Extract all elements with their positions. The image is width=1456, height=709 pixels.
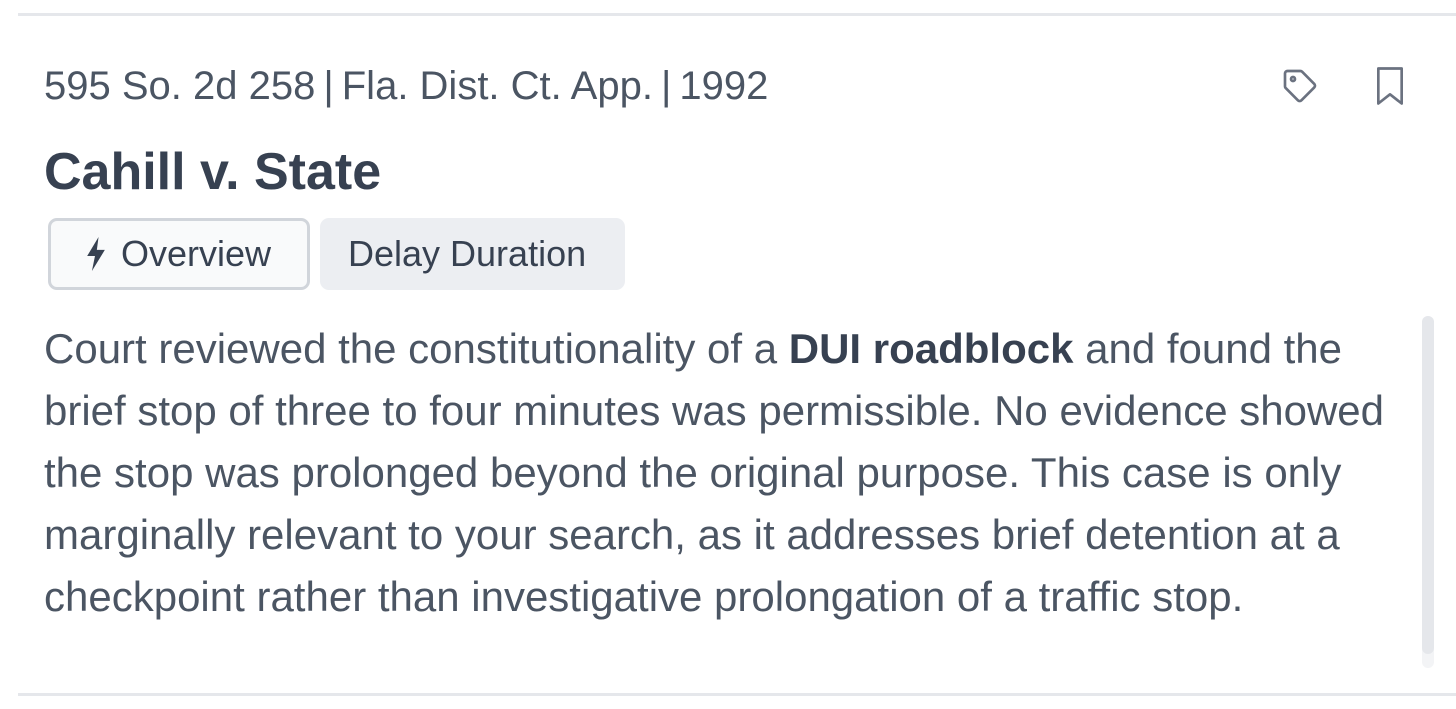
summary-scrollbar-thumb[interactable] <box>1422 316 1434 654</box>
summary-text-before: Court reviewed the constitutionality of … <box>44 325 789 372</box>
bookmark-button[interactable] <box>1366 60 1414 112</box>
tag-button[interactable] <box>1276 60 1324 112</box>
summary-highlight: DUI roadblock <box>788 325 1074 372</box>
tab-delay-duration[interactable]: Delay Duration <box>320 218 625 290</box>
case-summary: Court reviewed the constitutionality of … <box>44 318 1414 628</box>
case-result-card: 595 So. 2d 258 | Fla. Dist. Ct. App. | 1992 … <box>18 0 1456 709</box>
bottom-divider <box>18 693 1456 696</box>
tag-icon <box>1283 69 1317 103</box>
case-court: Fla. Dist. Ct. App. <box>341 64 653 108</box>
top-divider <box>18 13 1456 16</box>
tab-overview-label: Overview <box>121 233 272 274</box>
meta-separator: | <box>660 64 672 108</box>
bookmark-icon <box>1377 67 1403 105</box>
case-citation: 595 So. 2d 258 <box>44 64 316 108</box>
tab-overview[interactable]: Overview <box>48 218 310 290</box>
bolt-icon <box>85 237 107 271</box>
case-title[interactable]: Cahill v. State <box>44 140 381 204</box>
tab-delay-duration-label: Delay Duration <box>348 233 587 274</box>
case-year: 1992 <box>679 64 769 108</box>
case-meta-line: 595 So. 2d 258 | Fla. Dist. Ct. App. | 1992 <box>44 60 768 112</box>
summary-scroll-area[interactable]: Court reviewed the constitutionality of … <box>44 318 1414 668</box>
meta-separator: | <box>323 64 334 108</box>
case-tabs: Overview Delay Duration <box>48 218 625 290</box>
